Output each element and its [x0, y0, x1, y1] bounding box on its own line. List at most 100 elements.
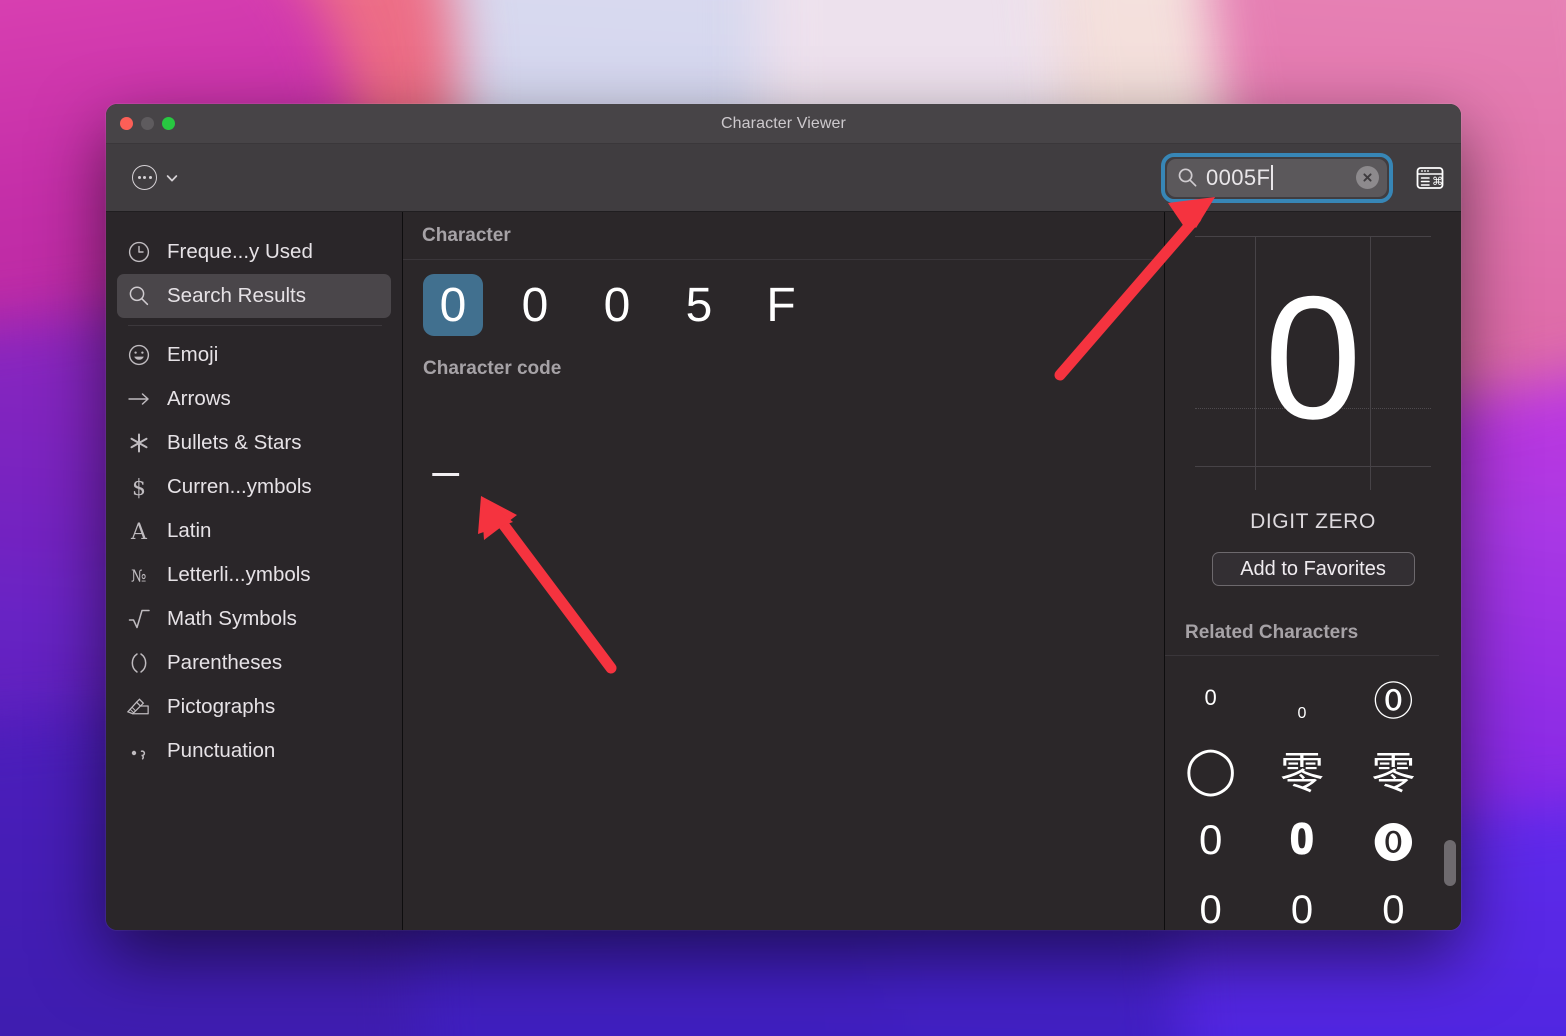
sidebar-item-letterlike-symbols[interactable]: № Letterli...ymbols: [117, 553, 391, 597]
sidebar-item-bullets-and-stars[interactable]: Bullets & Stars: [117, 421, 391, 465]
close-button[interactable]: [120, 117, 133, 130]
character-code-label: Character code: [423, 358, 562, 379]
sidebar-item-frequently-used[interactable]: Freque...y Used: [117, 230, 391, 274]
letter-a-icon: A: [125, 518, 152, 545]
sidebar-item-emoji[interactable]: Emoji: [117, 333, 391, 377]
sidebar-item-label: Curren...ymbols: [167, 475, 312, 498]
sidebar-item-label: Parentheses: [167, 651, 283, 674]
keyboard-viewer-button[interactable]: ⌘: [1413, 163, 1447, 193]
related-character-cell[interactable]: 0: [1165, 662, 1256, 733]
add-to-favorites-button[interactable]: Add to Favorites: [1211, 552, 1415, 586]
search-input[interactable]: 0005F: [1206, 164, 1348, 191]
preview-guideline: [1255, 236, 1256, 490]
search-input-text: 0005F: [1206, 164, 1271, 190]
related-character-cell[interactable]: 0: [1348, 875, 1439, 930]
sidebar-item-label: Freque...y Used: [167, 240, 313, 263]
sidebar-item-label: Latin: [167, 519, 212, 542]
svg-text:⌘: ⌘: [1432, 175, 1443, 188]
smiley-icon: [125, 342, 152, 369]
ellipsis-circle-icon: [132, 165, 157, 190]
code-digit-cell[interactable]: 0: [587, 274, 647, 336]
related-character-cell[interactable]: 0: [1165, 875, 1256, 930]
sidebar-item-math-symbols[interactable]: Math Symbols: [117, 597, 391, 641]
sidebar-item-arrows[interactable]: Arrows: [117, 377, 391, 421]
minimize-button[interactable]: [141, 117, 154, 130]
search-results-grid: _: [403, 380, 1164, 474]
related-character-cell[interactable]: 0: [1165, 804, 1256, 875]
character-panel-header: Character: [403, 212, 1164, 260]
sidebar-item-label: Search Results: [167, 284, 307, 307]
asterisk-icon: [125, 430, 152, 457]
sidebar-item-pictographs[interactable]: Pictographs: [117, 685, 391, 729]
code-digit-cell[interactable]: 0: [505, 274, 565, 336]
related-characters-header: Related Characters: [1165, 610, 1439, 656]
sidebar-item-punctuation[interactable]: Punctuation: [117, 729, 391, 773]
sidebar-divider: [128, 325, 382, 326]
related-characters-grid: 0 0 ⓪ ◯ 零 零 0 𝟎 ⓿ 0 0 0: [1165, 656, 1439, 931]
sidebar-item-label: Bullets & Stars: [167, 431, 302, 454]
comma-dot-icon: [125, 738, 152, 765]
preview-glyph: 0: [1264, 260, 1362, 456]
preview-guideline: [1195, 466, 1431, 467]
svg-text:№: №: [131, 567, 147, 586]
window-body: Freque...y Used Search Results Emoji Arr…: [106, 212, 1461, 930]
related-character-cell[interactable]: 零: [1348, 733, 1439, 804]
parentheses-icon: [125, 650, 152, 677]
character-preview: 0: [1165, 212, 1461, 512]
window-titlebar[interactable]: Character Viewer: [106, 104, 1461, 144]
chevron-down-icon: [166, 174, 178, 181]
sidebar-item-label: Arrows: [167, 387, 231, 410]
numero-icon: №: [125, 562, 152, 589]
keyboard-viewer-icon: ⌘: [1416, 166, 1444, 189]
svg-text:A: A: [130, 520, 148, 544]
related-character-cell[interactable]: ⓿: [1348, 804, 1439, 875]
svg-text:$: $: [132, 476, 146, 500]
dollar-icon: $: [125, 474, 152, 501]
sidebar-item-parentheses[interactable]: Parentheses: [117, 641, 391, 685]
character-viewer-window: Character Viewer 0005F ⌘ Freque...y Used…: [106, 104, 1461, 930]
center-panel: Character 0 0 0 5 F Character code _: [403, 212, 1164, 930]
sidebar-item-label: Pictographs: [167, 695, 276, 718]
window-title: Character Viewer: [721, 114, 846, 132]
sidebar-item-label: Math Symbols: [167, 607, 297, 630]
clear-search-button[interactable]: [1356, 166, 1379, 189]
search-field-focus-ring: 0005F: [1161, 152, 1393, 203]
sidebar-item-currency-symbols[interactable]: $ Curren...ymbols: [117, 465, 391, 509]
related-character-cell[interactable]: 𝟎: [1256, 804, 1347, 875]
hand-writing-icon: [125, 694, 152, 721]
character-name: DIGIT ZERO: [1250, 510, 1376, 533]
window-controls: [120, 117, 175, 130]
sidebar-item-label: Letterli...ymbols: [167, 563, 311, 586]
arrow-right-icon: [125, 386, 152, 413]
sidebar: Freque...y Used Search Results Emoji Arr…: [106, 212, 403, 930]
detail-panel: 0 DIGIT ZERO Add to Favorites Related Ch…: [1164, 212, 1461, 930]
square-root-icon: [125, 606, 152, 633]
code-digit-cell[interactable]: 0: [423, 274, 483, 336]
code-digit-cell[interactable]: F: [751, 274, 811, 336]
related-character-cell[interactable]: 0: [1256, 875, 1347, 930]
related-character-cell[interactable]: ⓪: [1348, 662, 1439, 733]
zoom-button[interactable]: [162, 117, 175, 130]
actions-menu-button[interactable]: [132, 165, 178, 190]
code-digit-cell[interactable]: 5: [669, 274, 729, 336]
sidebar-item-label: Punctuation: [167, 739, 276, 762]
toolbar: 0005F ⌘: [106, 144, 1461, 212]
search-icon: [1178, 168, 1197, 187]
sidebar-item-latin[interactable]: A Latin: [117, 509, 391, 553]
clock-icon: [125, 239, 152, 266]
sidebar-item-search-results[interactable]: Search Results: [117, 274, 391, 318]
related-character-cell[interactable]: 0: [1256, 662, 1347, 733]
character-code-digits: 0 0 0 5 F: [403, 260, 1164, 336]
preview-guideline: [1370, 236, 1371, 490]
sidebar-item-label: Emoji: [167, 343, 219, 366]
clear-x-icon: [1363, 173, 1372, 182]
search-icon: [125, 283, 152, 310]
related-character-cell[interactable]: 零: [1256, 733, 1347, 804]
related-character-cell[interactable]: ◯: [1165, 733, 1256, 804]
result-character-cell[interactable]: _: [433, 425, 459, 477]
related-characters-scrollbar[interactable]: [1444, 840, 1456, 930]
preview-guideline: [1195, 236, 1431, 237]
text-caret: [1271, 164, 1274, 190]
search-field[interactable]: 0005F: [1167, 158, 1387, 197]
scrollbar-thumb[interactable]: [1444, 840, 1456, 886]
